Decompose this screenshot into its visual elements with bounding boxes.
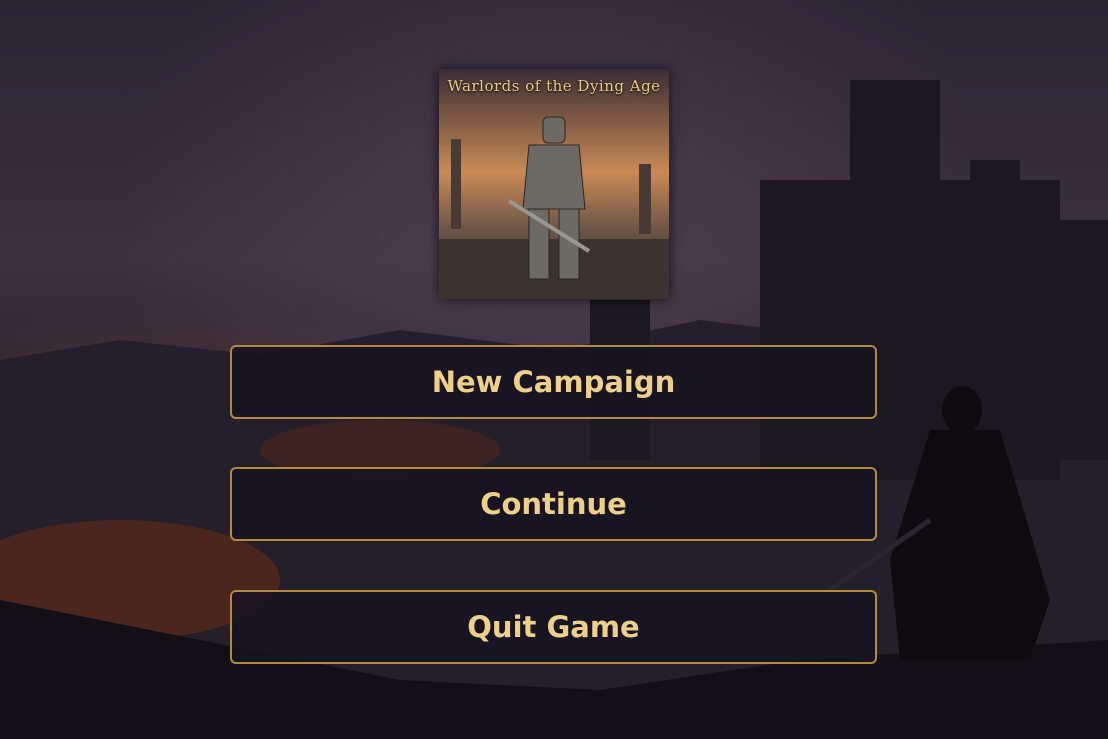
- game-logo: Warlords of the Dying Age: [439, 69, 669, 299]
- quit-game-button[interactable]: Quit Game: [230, 590, 877, 664]
- new-campaign-button[interactable]: New Campaign: [230, 345, 877, 419]
- logo-title: Warlords of the Dying Age: [447, 77, 661, 95]
- continue-button[interactable]: Continue: [230, 467, 877, 541]
- logo-art: [439, 69, 669, 299]
